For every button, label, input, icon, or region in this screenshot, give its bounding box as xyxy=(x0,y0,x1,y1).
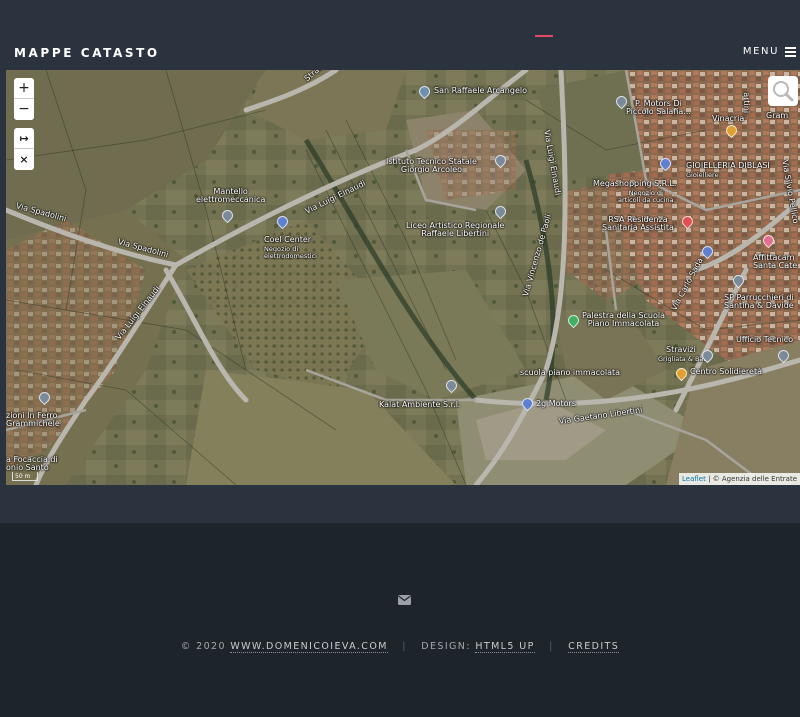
design-link[interactable]: HTML5 UP xyxy=(475,641,535,653)
label-gioielleria: GIOIELLERIA DIBLASI xyxy=(686,161,770,170)
hamburger-icon xyxy=(785,46,796,57)
label-centro: Centro Solidieretà xyxy=(690,367,762,376)
envelope-icon[interactable] xyxy=(398,595,411,605)
label-sp-parrucchieri: SP Parrucchieri di Santina & Davide xyxy=(724,293,794,311)
label-coel: Coel Center xyxy=(264,235,312,244)
label-palestra: Palestra della Scuola Piano Immacolata xyxy=(582,311,666,329)
leaflet-link[interactable]: Leaflet xyxy=(682,475,706,483)
copyright-text: © 2020 xyxy=(180,641,226,652)
map-attribution: Leaflet | © Agenzia delle Entrate xyxy=(679,473,800,485)
label-affittacam: Affittacam Santa Cate xyxy=(753,253,798,271)
zoom-in-button[interactable]: + xyxy=(14,78,34,99)
label-zioni-ferro: zioni In Ferro Grammichele xyxy=(6,411,60,429)
satellite-imagery xyxy=(6,70,800,485)
label-p-motors: P. Motors Di Piccolo Salafia... xyxy=(626,99,691,117)
clear-button[interactable]: × xyxy=(14,149,34,170)
label-kalat: Kalat Ambiente S.r.l. xyxy=(379,400,461,409)
label-mantello: Mantello elettromeccanica xyxy=(196,187,266,205)
zoom-control: + − xyxy=(14,78,34,120)
label-liceo: Liceo Artistico Regionale Raffaele Liber… xyxy=(406,221,505,239)
label-istituto: Istituto Tecnico Statale Giorgio Arcoleo xyxy=(386,157,477,175)
zoom-out-button[interactable]: − xyxy=(14,99,34,120)
menu-button[interactable]: MENU xyxy=(743,46,796,57)
site-title[interactable]: MAPPE CATASTO xyxy=(14,46,160,60)
measure-control: ↦ × xyxy=(14,128,34,170)
label-gram: Gram xyxy=(766,111,789,120)
label-megashopping-sub: Negozio di articoli da cucina xyxy=(618,189,674,204)
map-scale: 50 m xyxy=(12,472,38,481)
label-scuola: scuola piano immacolata xyxy=(520,368,621,377)
footer-copyright: © 2020 WWW.DOMENICOIEVA.COM | DESIGN: HT… xyxy=(180,641,620,653)
label-stravizi: Stravizi xyxy=(666,345,696,354)
label-ufficio: Ufficio Tecnico xyxy=(736,335,794,344)
design-label: DESIGN: xyxy=(421,641,471,652)
site-link[interactable]: WWW.DOMENICOIEVA.COM xyxy=(230,641,388,653)
attribution-text: | © Agenzia delle Entrate xyxy=(705,475,797,483)
map-view[interactable]: Strada S San Raffaele Arcangelo Via Luig… xyxy=(6,70,800,485)
map-search-button[interactable] xyxy=(768,76,798,106)
label-rsa: RSA Residenza Sanitaria Assistita xyxy=(602,215,674,233)
accent-bar xyxy=(535,35,553,37)
label-coel-sub: Negozio di elettrodomestici xyxy=(264,245,317,260)
label-megashopping: Megashopping S.R.L. xyxy=(593,179,677,188)
label-vinacria: Vinacria xyxy=(712,114,745,123)
credits-link[interactable]: CREDITS xyxy=(568,641,620,653)
menu-label: MENU xyxy=(742,46,779,57)
label-stravizi-sub: Grigliata & Bar xyxy=(658,355,707,363)
label-focaccia: a Focaccia di onio Santo xyxy=(6,455,58,473)
label-artini: artini xyxy=(742,92,752,114)
label-2g-motors: 2g Motors xyxy=(536,399,576,408)
measure-button[interactable]: ↦ xyxy=(14,128,34,149)
search-icon xyxy=(773,81,794,102)
label-gioielleria-sub: Gioielliere xyxy=(686,171,719,179)
label-san-raffaele: San Raffaele Arcangelo xyxy=(434,86,527,95)
